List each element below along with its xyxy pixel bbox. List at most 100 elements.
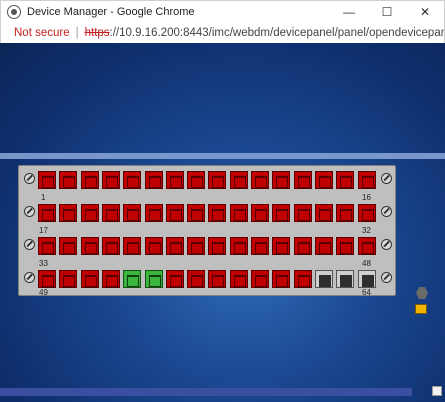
maximize-button[interactable]: ☐ xyxy=(368,1,406,23)
switch-port-3[interactable] xyxy=(80,171,99,189)
switch-port-20[interactable] xyxy=(101,204,120,222)
switch-port-12[interactable] xyxy=(272,171,291,189)
switch-port-37[interactable] xyxy=(123,237,142,255)
switch-port-7[interactable] xyxy=(165,171,184,189)
switch-port-43[interactable] xyxy=(251,237,269,255)
screw-icon xyxy=(24,272,35,283)
switch-port-5[interactable] xyxy=(123,171,142,189)
switch-port-63[interactable] xyxy=(336,270,355,288)
switch-port-17[interactable] xyxy=(38,204,56,222)
screw-icon xyxy=(381,239,392,250)
switch-port-34[interactable] xyxy=(59,237,78,255)
switch-port-51[interactable] xyxy=(80,270,99,288)
port-label-17: 17 xyxy=(39,226,48,235)
url-text[interactable]: ://10.9.16.200:8443/imc/webdm/devicepane… xyxy=(110,27,444,39)
switch-port-21[interactable] xyxy=(123,204,142,222)
switch-port-27[interactable] xyxy=(251,204,269,222)
switch-port-57[interactable] xyxy=(208,270,227,288)
switch-port-2[interactable] xyxy=(59,171,78,189)
switch-port-9[interactable] xyxy=(208,171,227,189)
horizontal-scrollbar[interactable] xyxy=(0,388,412,396)
switch-port-61[interactable] xyxy=(293,270,312,288)
security-status[interactable]: Not secure xyxy=(14,27,70,39)
switch-port-11[interactable] xyxy=(251,171,269,189)
switch-port-39[interactable] xyxy=(165,237,184,255)
panel-side-icons xyxy=(415,287,429,314)
switch-port-33[interactable] xyxy=(38,237,56,255)
port-label-1: 1 xyxy=(41,193,46,202)
switch-port-16[interactable] xyxy=(357,171,376,189)
switch-port-22[interactable] xyxy=(144,204,163,222)
screw-icon xyxy=(381,206,392,217)
switch-port-58[interactable] xyxy=(229,270,248,288)
port-label-32: 32 xyxy=(362,226,371,235)
settings-hex-icon[interactable] xyxy=(416,287,428,299)
close-button[interactable]: ✕ xyxy=(406,1,444,23)
switch-chassis: 1 16 17 32 33 48 49 64 xyxy=(18,165,396,297)
switch-port-42[interactable] xyxy=(229,237,248,255)
switch-port-8[interactable] xyxy=(187,171,206,189)
alert-badge-icon[interactable] xyxy=(415,304,427,314)
port-label-64: 64 xyxy=(362,288,371,297)
switch-port-31[interactable] xyxy=(336,204,355,222)
switch-port-1[interactable] xyxy=(38,171,56,189)
url-protocol[interactable]: https xyxy=(85,27,110,39)
switch-port-19[interactable] xyxy=(80,204,99,222)
switch-port-29[interactable] xyxy=(293,204,312,222)
switch-port-36[interactable] xyxy=(101,237,120,255)
port-label-48: 48 xyxy=(362,259,371,268)
scroll-corner-box[interactable] xyxy=(432,386,442,396)
screw-icon xyxy=(24,239,35,250)
port-label-49: 49 xyxy=(39,288,48,297)
switch-port-44[interactable] xyxy=(272,237,291,255)
switch-port-18[interactable] xyxy=(59,204,78,222)
switch-port-15[interactable] xyxy=(336,171,355,189)
switch-port-38[interactable] xyxy=(144,237,163,255)
window-controls: — ☐ ✕ xyxy=(330,1,444,23)
window-title: Device Manager - Google Chrome xyxy=(27,5,195,18)
switch-port-23[interactable] xyxy=(165,204,184,222)
switch-port-26[interactable] xyxy=(229,204,248,222)
switch-port-50[interactable] xyxy=(59,270,78,288)
switch-port-28[interactable] xyxy=(272,204,291,222)
address-bar[interactable]: Not secure | https ://10.9.16.200:8443/i… xyxy=(0,22,445,43)
minimize-button[interactable]: — xyxy=(330,1,368,23)
title-bar: Device Manager - Google Chrome — ☐ ✕ xyxy=(0,0,445,22)
switch-port-30[interactable] xyxy=(314,204,333,222)
switch-port-56[interactable] xyxy=(187,270,206,288)
address-separator: | xyxy=(75,26,79,39)
switch-port-32[interactable] xyxy=(357,204,376,222)
device-panel-viewport: 1 16 17 32 33 48 49 64 xyxy=(0,43,445,402)
switch-port-35[interactable] xyxy=(80,237,99,255)
switch-port-59[interactable] xyxy=(251,270,269,288)
switch-port-25[interactable] xyxy=(208,204,227,222)
switch-port-14[interactable] xyxy=(314,171,333,189)
switch-port-24[interactable] xyxy=(187,204,206,222)
switch-port-47[interactable] xyxy=(336,237,355,255)
port-label-33: 33 xyxy=(39,259,48,268)
switch-port-13[interactable] xyxy=(293,171,312,189)
switch-port-41[interactable] xyxy=(208,237,227,255)
switch-port-48[interactable] xyxy=(357,237,376,255)
switch-port-53[interactable] xyxy=(123,270,142,288)
switch-port-55[interactable] xyxy=(165,270,184,288)
switch-port-49[interactable] xyxy=(38,270,56,288)
screw-icon xyxy=(24,206,35,217)
switch-port-40[interactable] xyxy=(187,237,206,255)
switch-port-6[interactable] xyxy=(144,171,163,189)
switch-port-64[interactable] xyxy=(357,270,376,288)
switch-port-4[interactable] xyxy=(101,171,120,189)
port-label-16: 16 xyxy=(362,193,371,202)
switch-port-60[interactable] xyxy=(272,270,291,288)
panel-header-bar xyxy=(0,153,445,159)
switch-port-46[interactable] xyxy=(314,237,333,255)
switch-port-10[interactable] xyxy=(229,171,248,189)
screw-icon xyxy=(24,173,35,184)
app-icon xyxy=(7,4,21,19)
switch-port-62[interactable] xyxy=(314,270,333,288)
switch-port-52[interactable] xyxy=(101,270,120,288)
screw-icon xyxy=(381,173,392,184)
switch-port-45[interactable] xyxy=(293,237,312,255)
switch-port-54[interactable] xyxy=(144,270,163,288)
screw-icon xyxy=(381,272,392,283)
